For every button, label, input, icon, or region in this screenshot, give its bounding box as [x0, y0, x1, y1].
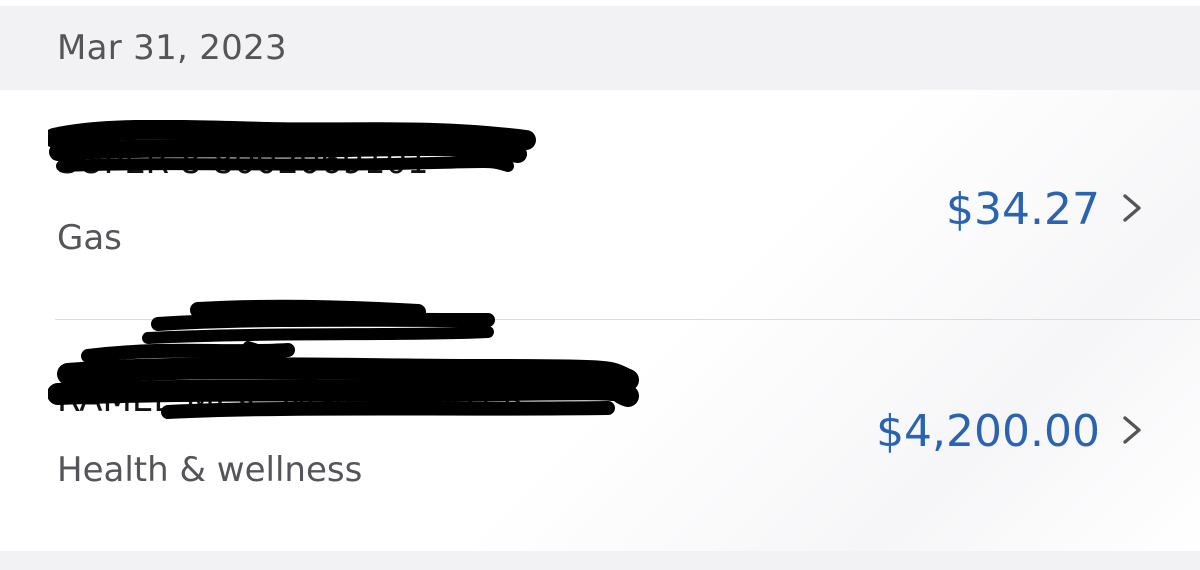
transaction-row[interactable]: SUPER 8 8002069101 Gas $34.27: [0, 90, 1200, 320]
date-section-header: Mar 31, 2023: [0, 6, 1200, 90]
transaction-category: Health & wellness: [57, 450, 363, 490]
transaction-amount: $4,200.00: [876, 406, 1100, 457]
transaction-category: Gas: [57, 218, 122, 258]
transaction-row[interactable]: RAMEE MISC NORS CENTER Health & wellness…: [0, 299, 1200, 551]
bottom-section-strip: [0, 551, 1200, 570]
merchant-name: SUPER 8 8002069101: [57, 142, 429, 182]
transaction-list: SUPER 8 8002069101 Gas $34.27 RAMEE MISC…: [0, 90, 1200, 551]
section-date: Mar 31, 2023: [57, 28, 287, 68]
merchant-name: RAMEE MISC NORS CENTER: [57, 380, 526, 420]
transaction-amount: $34.27: [946, 184, 1100, 235]
chevron-right-icon: [1123, 194, 1141, 222]
chevron-right-icon: [1123, 416, 1141, 444]
transactions-screen: Mar 31, 2023 SUPER 8 8002069101 Gas $34.…: [0, 0, 1200, 570]
